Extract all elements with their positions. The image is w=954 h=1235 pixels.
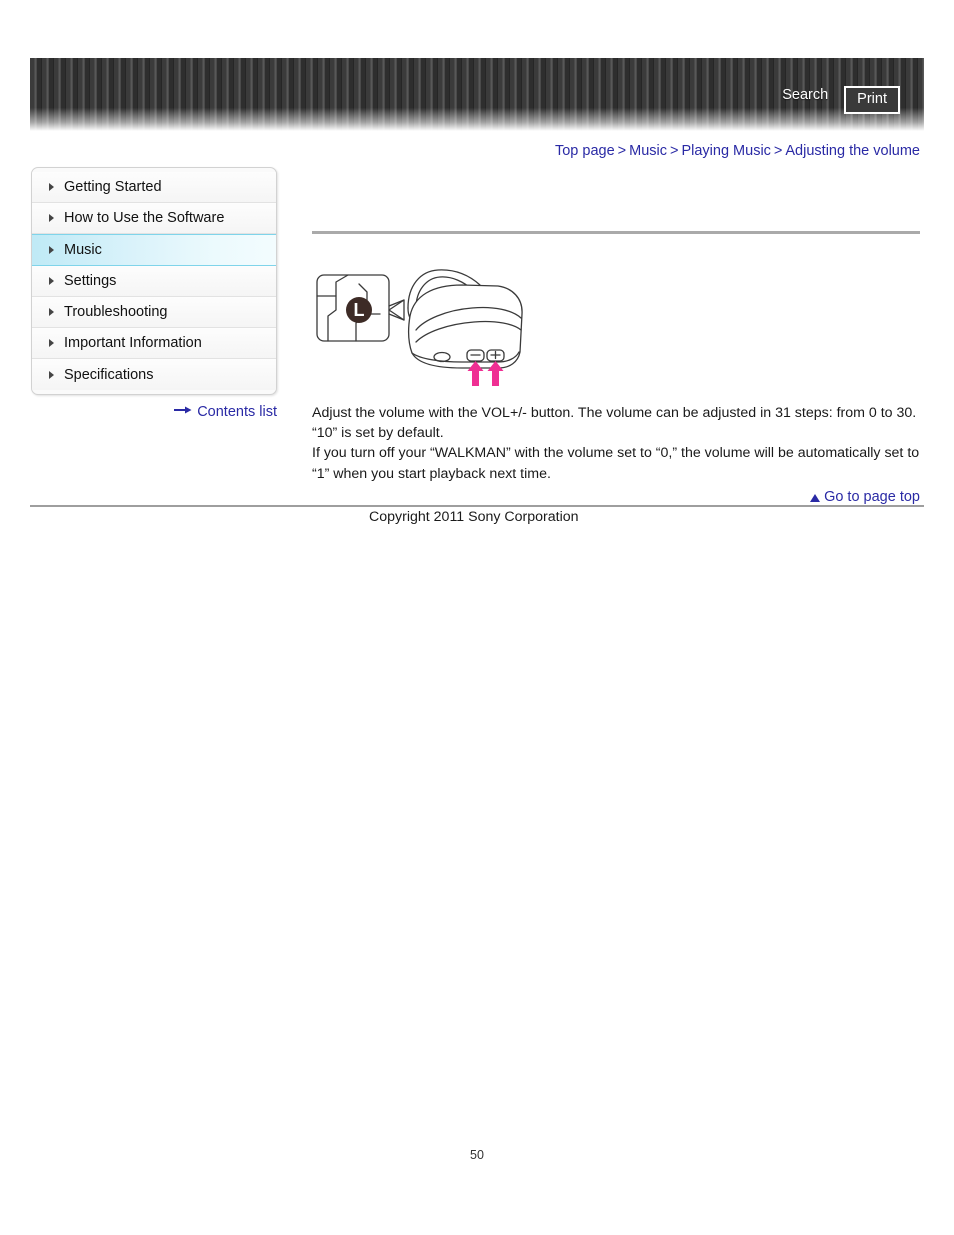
body-paragraph-line-4: “1” when you start playback next time. bbox=[312, 465, 551, 482]
content-top-rule bbox=[312, 231, 920, 234]
copyright-text: Copyright 2011 Sony Corporation bbox=[369, 509, 579, 525]
sidebar-item-troubleshooting[interactable]: Troubleshooting bbox=[32, 297, 276, 328]
breadcrumb-separator: > bbox=[670, 143, 679, 159]
breadcrumb-item-top-page[interactable]: Top page bbox=[555, 143, 615, 159]
body-text: Adjust the volume with the VOL+/- button… bbox=[312, 403, 924, 484]
bullet-triangle-icon bbox=[49, 308, 54, 316]
bullet-triangle-icon bbox=[49, 277, 54, 285]
sidebar-item-label: Settings bbox=[64, 273, 117, 289]
walkman-volume-figure: L bbox=[312, 258, 542, 393]
sidebar-item-label: Getting Started bbox=[64, 179, 162, 195]
sidebar-item-how-to-use-the-software[interactable]: How to Use the Software bbox=[32, 203, 276, 234]
bullet-triangle-icon bbox=[49, 370, 54, 379]
body-paragraph-line-2: “10” is set by default. bbox=[312, 425, 444, 442]
body-paragraph-line-3: If you turn off your “WALKMAN” with the … bbox=[312, 445, 920, 462]
arrow-right-icon bbox=[174, 403, 192, 419]
header-banner: Search Print bbox=[30, 58, 924, 131]
sidebar-item-label: Important Information bbox=[64, 335, 202, 351]
print-button[interactable]: Print bbox=[844, 86, 900, 114]
sidebar-item-label: Music bbox=[64, 242, 102, 258]
l-badge-label: L bbox=[354, 300, 365, 320]
bullet-triangle-icon bbox=[49, 246, 54, 254]
sidebar-item-important-information[interactable]: Important Information bbox=[32, 328, 276, 359]
sidebar: Getting Started How to Use the Software … bbox=[31, 167, 277, 395]
sidebar-item-getting-started[interactable]: Getting Started bbox=[32, 172, 276, 203]
contents-list-link[interactable]: Contents list bbox=[0, 404, 277, 420]
bullet-triangle-icon bbox=[49, 183, 54, 191]
triangle-up-icon bbox=[810, 494, 821, 502]
sidebar-item-label: Specifications bbox=[64, 366, 154, 383]
breadcrumb: Top page > Music > Playing Music > Adjusting t… bbox=[0, 143, 920, 159]
sidebar-item-music[interactable]: Music bbox=[32, 234, 276, 266]
go-to-page-top-label: Go to page top bbox=[824, 489, 920, 505]
sidebar-item-specifications[interactable]: Specifications bbox=[32, 359, 276, 390]
bullet-triangle-icon bbox=[49, 214, 54, 222]
breadcrumb-separator: > bbox=[773, 143, 783, 159]
sidebar-item-label: Troubleshooting bbox=[64, 304, 168, 320]
sidebar-item-label: How to Use the Software bbox=[64, 210, 225, 226]
bullet-triangle-icon bbox=[49, 339, 54, 347]
breadcrumb-separator: > bbox=[617, 143, 627, 159]
page-number: 50 bbox=[470, 1148, 484, 1162]
body-paragraph-line-1: Adjust the volume with the VOL+/- button… bbox=[312, 405, 917, 421]
breadcrumb-item-adjusting-the-volume[interactable]: Adjusting the volume bbox=[785, 143, 920, 159]
search-label[interactable]: Search bbox=[782, 86, 828, 105]
breadcrumb-item-playing-music[interactable]: Playing Music bbox=[681, 143, 770, 159]
header-actions: Search Print bbox=[782, 58, 924, 131]
contents-list-label: Contents list bbox=[197, 404, 277, 421]
breadcrumb-item-music[interactable]: Music bbox=[629, 143, 667, 159]
go-to-page-top-link[interactable]: Go to page top bbox=[0, 489, 920, 505]
sidebar-item-settings[interactable]: Settings bbox=[32, 266, 276, 297]
footer-rule bbox=[30, 505, 924, 507]
